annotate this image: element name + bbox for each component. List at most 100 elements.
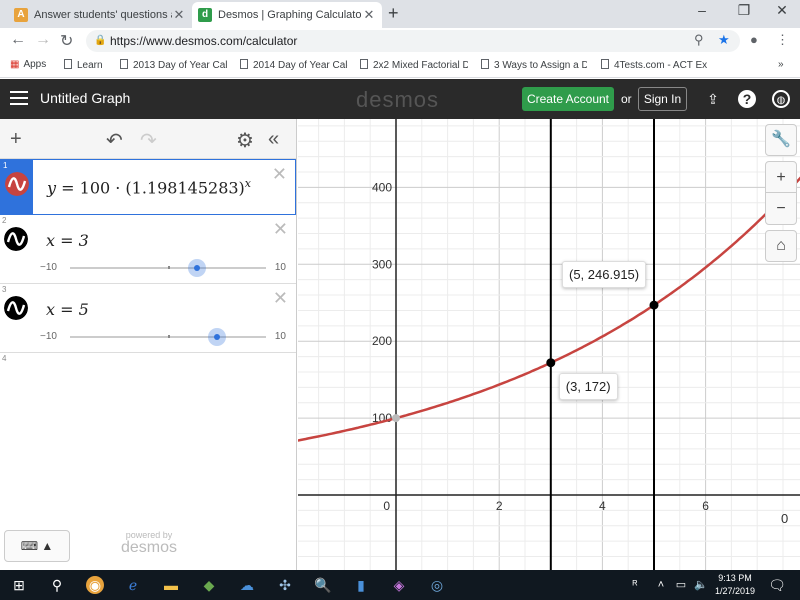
expression-toolbar: + ↶ ↷ ⚙ « — [0, 119, 296, 159]
edge-icon[interactable]: ℯ — [124, 576, 142, 594]
close-tab-icon[interactable]: ✕ — [362, 7, 376, 23]
expression-row-2[interactable]: 2 x = 3 ✕ −10 10 — [0, 215, 296, 284]
minimize-icon[interactable]: – — [682, 2, 722, 18]
bookmark-star-icon[interactable]: ★ — [718, 32, 730, 48]
close-tab-icon[interactable]: ✕ — [172, 7, 186, 23]
black-wave-icon[interactable] — [4, 227, 28, 251]
bookmark-apps[interactable]: ▦ Apps — [10, 59, 46, 70]
black-wave-icon[interactable] — [4, 296, 28, 320]
tab-desmos[interactable]: d Desmos | Graphing Calculator ✕ — [192, 2, 382, 28]
volume-icon[interactable]: 🔈 — [692, 576, 710, 594]
x-tick-label: 4 — [599, 499, 606, 513]
hamburger-menu-icon[interactable] — [10, 91, 28, 105]
zoom-out-icon[interactable]: − — [766, 193, 796, 224]
page-icon — [360, 59, 368, 69]
restore-icon[interactable]: ❐ — [724, 2, 764, 19]
page-icon — [481, 59, 489, 69]
cloud-icon[interactable]: ☁ — [238, 576, 256, 594]
slider-max: 10 — [274, 331, 286, 342]
address-bar: ← → ↻ 🔒 https://www.desmos.com/calculato… — [0, 28, 800, 54]
battery-icon[interactable]: ▭ — [672, 576, 690, 594]
app3-icon[interactable]: ▮ — [352, 576, 370, 594]
vertical-line-formula[interactable]: x = 3 — [46, 231, 89, 250]
zoom-in-icon[interactable]: + — [766, 162, 796, 193]
delete-expression-icon[interactable]: ✕ — [273, 219, 288, 240]
expression-panel: + ↶ ↷ ⚙ « 1 y = 100 · (1.198145283)x ✕ 2… — [0, 119, 297, 570]
file-explorer-icon[interactable]: ▬ — [162, 576, 180, 594]
expression-row-1[interactable]: 1 y = 100 · (1.198145283)x ✕ — [0, 159, 296, 215]
bookmark-learn[interactable]: Learn — [64, 59, 114, 71]
tray-chevron-icon[interactable]: ˄ — [652, 576, 670, 594]
delete-expression-icon[interactable]: ✕ — [273, 288, 288, 309]
app2-icon[interactable]: ✣ — [276, 576, 294, 594]
point-label[interactable]: (5, 246.915) — [562, 261, 647, 289]
point-label[interactable]: (3, 172) — [558, 372, 618, 400]
desmos-header: Untitled Graph desmos Create Account or … — [0, 79, 800, 119]
tab-answer-students[interactable]: A Answer students' questions and i ✕ — [8, 2, 192, 28]
app4-icon[interactable]: ◈ — [390, 576, 408, 594]
forward-icon[interactable]: → — [35, 31, 51, 49]
reload-icon[interactable]: ↻ — [60, 31, 73, 51]
share-icon[interactable]: ⇪ — [704, 90, 722, 108]
answer-favicon-icon: A — [14, 8, 28, 22]
app-icon[interactable]: ◆ — [200, 576, 218, 594]
ime-icon[interactable]: ᴿ — [626, 576, 644, 594]
x-tick-label: 2 — [496, 499, 503, 513]
intersection-point — [649, 300, 659, 310]
page-icon — [240, 59, 248, 69]
graph-paper[interactable]: 2 4 6 0 100 200 300 400 0 — [298, 119, 800, 570]
slider-thumb[interactable] — [188, 259, 207, 277]
intersection-point — [546, 358, 556, 368]
new-tab-icon[interactable]: + — [388, 3, 399, 24]
collapse-panel-icon[interactable]: « — [268, 128, 279, 151]
bookmarks-bar: ▦ Apps Learn 2013 Day of Year Cal 2014 Da… — [0, 54, 800, 78]
keyboard-toggle-button[interactable]: ⌨ ▲ — [4, 530, 70, 562]
undo-icon[interactable]: ↶ — [106, 128, 123, 153]
close-window-icon[interactable]: ✕ — [762, 2, 800, 19]
y-tick-label: 400 — [372, 180, 392, 194]
help-icon[interactable]: ? — [738, 90, 756, 108]
create-account-button[interactable]: Create Account — [522, 87, 614, 111]
home-view-icon[interactable]: ⌂ — [765, 230, 797, 262]
globe-icon[interactable]: ◍ — [772, 90, 790, 108]
bookmark-2013[interactable]: 2013 Day of Year Cal — [120, 59, 228, 71]
search-icon[interactable]: ⚲ — [48, 576, 66, 594]
taskbar-clock[interactable]: 9:13 PM 1/27/2019 — [710, 572, 760, 598]
bookmark-3ways[interactable]: 3 Ways to Assign a D — [481, 59, 587, 71]
vertical-line-formula[interactable]: x = 5 — [46, 300, 89, 319]
graph-title[interactable]: Untitled Graph — [40, 90, 130, 106]
windows-start-icon[interactable]: ⊞ — [10, 576, 28, 594]
graph-canvas[interactable]: 2 4 601002003004000 — [298, 119, 800, 570]
back-icon[interactable]: ← — [10, 31, 26, 49]
exponential-formula[interactable]: y = 100 · (1.198145283)x — [47, 177, 251, 197]
caret-up-icon: ▲ — [41, 539, 54, 553]
origin-label: 0 — [383, 499, 390, 513]
red-wave-icon[interactable] — [5, 172, 29, 196]
expression-row-4[interactable]: 4 — [0, 353, 296, 373]
redo-icon[interactable]: ↷ — [140, 128, 157, 153]
profile-icon[interactable]: ● — [750, 32, 758, 47]
graph-settings-wrench-icon[interactable]: 🔧 — [765, 124, 797, 156]
y-tick-label: 200 — [372, 334, 392, 348]
app5-icon[interactable]: ◎ — [428, 576, 446, 594]
slider-thumb[interactable] — [208, 328, 226, 346]
url-input[interactable]: 🔒 https://www.desmos.com/calculator — [86, 30, 740, 52]
keyboard-icon: ⌨ — [20, 539, 39, 553]
zoom-icon[interactable]: ⚲ — [694, 32, 704, 48]
delete-expression-icon[interactable]: ✕ — [272, 164, 287, 185]
sign-in-button[interactable]: Sign In — [638, 87, 687, 111]
menu-dots-icon[interactable]: ⋮ — [776, 32, 789, 48]
page-icon — [601, 59, 609, 69]
bookmark-2x2[interactable]: 2x2 Mixed Factorial D — [360, 59, 468, 71]
settings-gear-icon[interactable]: ⚙ — [236, 128, 254, 153]
notifications-icon[interactable]: 🗨 — [768, 576, 786, 594]
add-item-icon[interactable]: + — [10, 128, 22, 151]
expression-gutter: 1 — [1, 160, 33, 214]
bookmarks-overflow[interactable]: » — [778, 59, 784, 70]
bookmark-4tests[interactable]: 4Tests.com - ACT Exa — [601, 59, 707, 71]
expression-row-3[interactable]: 3 x = 5 ✕ −10 10 — [0, 284, 296, 353]
expression-gutter: 2 — [0, 215, 32, 283]
magnifier-icon[interactable]: 🔍 — [314, 576, 332, 594]
bookmark-2014[interactable]: 2014 Day of Year Calc — [240, 59, 348, 71]
chrome-icon[interactable]: ◉ — [86, 576, 104, 594]
